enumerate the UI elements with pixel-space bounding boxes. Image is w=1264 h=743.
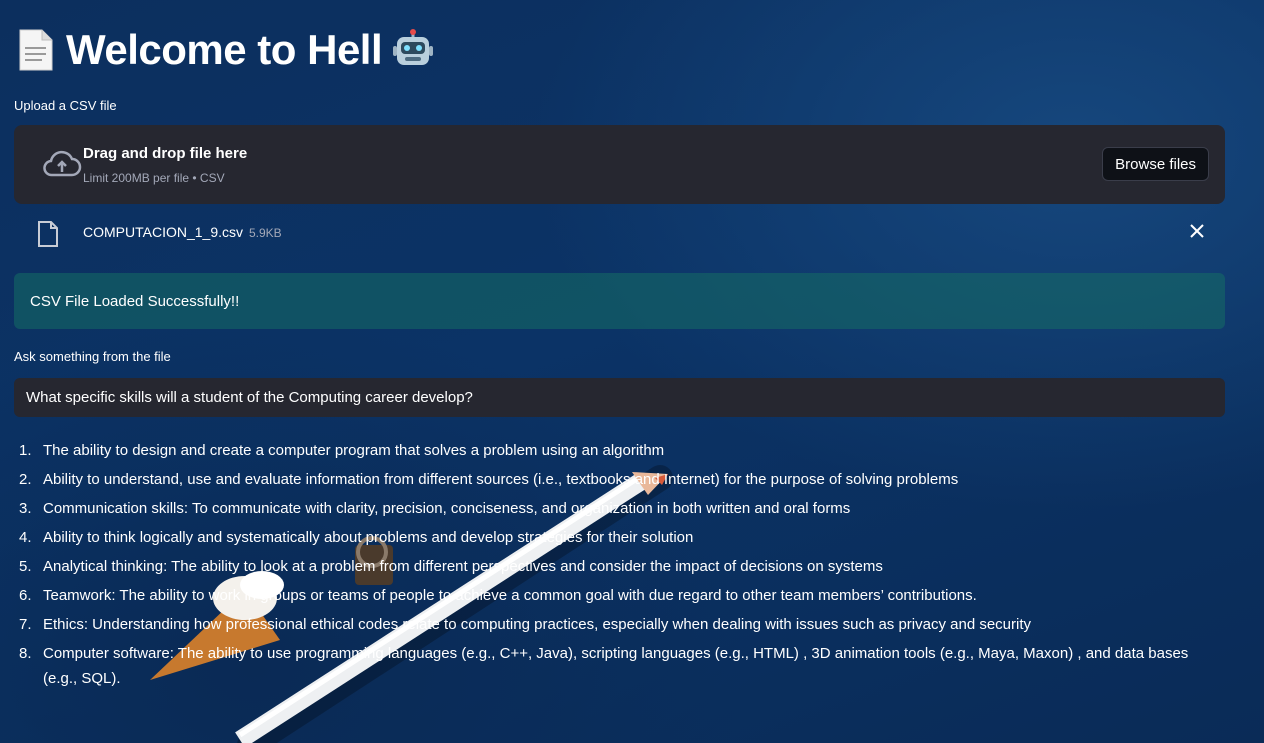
upload-label: Upload a CSV file	[14, 98, 117, 113]
list-item: 3. Communication skills: To communicate w…	[19, 500, 851, 517]
success-alert: CSV File Loaded Successfully!!	[14, 273, 1225, 329]
file-icon	[38, 221, 58, 247]
success-message: CSV File Loaded Successfully!!	[30, 293, 240, 310]
close-icon[interactable]	[1189, 223, 1205, 239]
page-facing-up-icon	[19, 29, 53, 71]
list-item: 8. Computer software: The ability to use …	[19, 645, 1189, 687]
page-title: Welcome to Hell	[14, 22, 434, 78]
list-item: 2. Ability to understand, use and evaluat…	[19, 471, 959, 488]
list-item: 7. Ethics: Understanding how professional…	[19, 616, 1032, 633]
dropzone-title: Drag and drop file here	[83, 145, 248, 162]
dropzone-limit: Limit 200MB per file • CSV	[83, 171, 225, 185]
list-item: 4. Ability to think logically and systema…	[19, 529, 694, 546]
file-size: 5.9KB	[249, 226, 282, 240]
cloud-upload-icon	[43, 150, 82, 177]
title-text: Welcome to Hell	[66, 26, 383, 73]
file-name: COMPUTACION_1_9.csv	[83, 224, 243, 240]
uploaded-file-item: COMPUTACION_1_9.csv 5.9KB	[14, 216, 1225, 250]
browse-files-button[interactable]: Browse files	[1102, 147, 1209, 181]
list-item: 1. The ability to design and create a com…	[19, 442, 665, 459]
question-label: Ask something from the file	[14, 349, 171, 364]
robot-face-icon	[393, 29, 434, 65]
list-item: 6. Teamwork: The ability to work in group…	[19, 587, 977, 604]
question-input[interactable]	[14, 378, 1225, 417]
list-item: 5. Analytical thinking: The ability to lo…	[19, 558, 883, 575]
file-dropzone[interactable]: Drag and drop file here Limit 200MB per …	[14, 125, 1225, 204]
answer-list: 1. The ability to design and create a com…	[14, 438, 1214, 695]
